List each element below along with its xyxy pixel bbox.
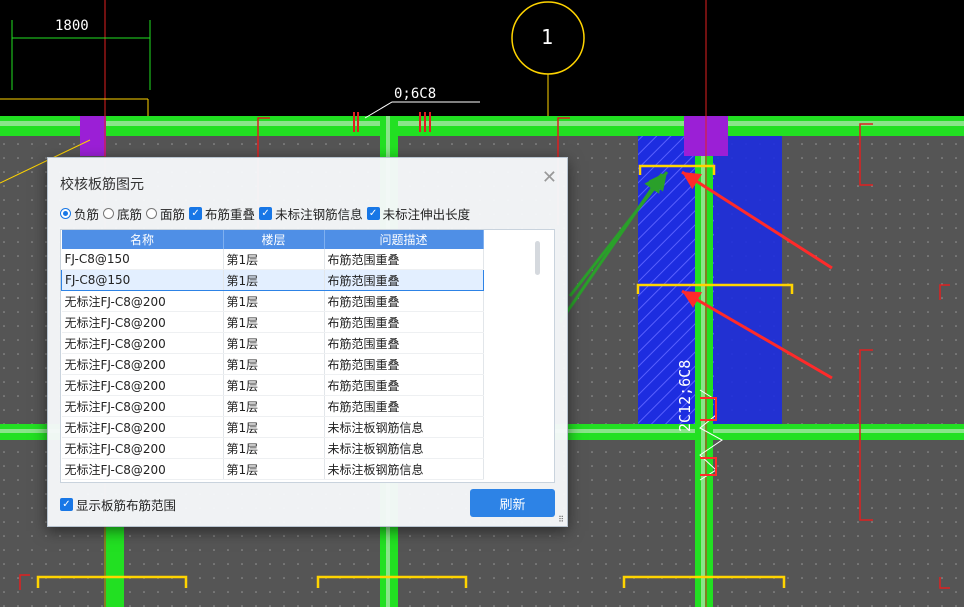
table-row[interactable]: 无标注FJ-C8@200 第1层 未标注板钢筋信息 (61, 416, 484, 438)
cell-issue: 布筋范围重叠 (324, 395, 484, 417)
table-row[interactable]: 无标注FJ-C8@200 第1层 布筋范围重叠 (61, 374, 484, 396)
check-unlabeled-length-label: 未标注伸出长度 (382, 207, 471, 222)
cell-issue: 布筋范围重叠 (324, 269, 484, 291)
cell-issue: 布筋范围重叠 (324, 249, 484, 270)
radio-icon (146, 208, 158, 219)
cell-issue: 布筋范围重叠 (324, 374, 484, 396)
table-row[interactable]: 无标注FJ-C8@200 第1层 未标注板钢筋信息 (61, 458, 484, 480)
cell-issue: 未标注板钢筋信息 (324, 458, 484, 480)
cell-name: 无标注FJ-C8@200 (61, 374, 224, 396)
column-header-floor[interactable]: 楼层 (223, 230, 325, 249)
checkbox-checked-icon: ✓ (259, 207, 273, 220)
cell-floor: 第1层 (223, 437, 325, 459)
cell-floor: 第1层 (223, 374, 325, 396)
radio-negative[interactable]: 负筋 (60, 204, 99, 223)
cell-floor: 第1层 (223, 249, 325, 270)
show-range-label: 显示板筋布筋范围 (76, 498, 177, 513)
cell-name: FJ-C8@150 (61, 249, 224, 270)
cell-issue: 未标注板钢筋信息 (324, 416, 484, 438)
table-row[interactable]: 无标注FJ-C8@200 第1层 布筋范围重叠 (61, 311, 484, 333)
check-overlap[interactable]: ✓ 布筋重叠 (189, 204, 255, 223)
checkbox-checked-icon: ✓ (189, 207, 203, 220)
check-overlap-label: 布筋重叠 (205, 207, 256, 222)
check-rebar-dialog: 校核板筋图元 ✕ 负筋 底筋 面筋 ✓ 布筋重叠 ✓ 未标注钢筋信息 ✓ 未标注… (47, 157, 568, 527)
cell-floor: 第1层 (223, 416, 325, 438)
table-row[interactable]: 无标注FJ-C8@200 第1层 布筋范围重叠 (61, 395, 484, 417)
cell-name: 无标注FJ-C8@200 (61, 437, 224, 459)
cell-name: 无标注FJ-C8@200 (61, 332, 224, 354)
radio-selected-icon (60, 208, 71, 219)
table-row[interactable]: 无标注FJ-C8@200 第1层 布筋范围重叠 (61, 290, 484, 312)
rebar-label-vertical: 2C12;6C8 (676, 360, 694, 432)
cell-name: 无标注FJ-C8@200 (61, 395, 224, 417)
cell-issue: 布筋范围重叠 (324, 353, 484, 375)
radio-top-label: 面筋 (160, 207, 186, 222)
column-header-name[interactable]: 名称 (61, 230, 224, 249)
cell-name: 无标注FJ-C8@200 (61, 458, 224, 480)
cell-name: 无标注FJ-C8@200 (61, 290, 224, 312)
radio-negative-label: 负筋 (74, 207, 100, 222)
radio-top[interactable]: 面筋 (146, 204, 185, 223)
rebar-label-top: 0;6C8 (394, 86, 436, 102)
dimension-label: 1800 (55, 18, 89, 34)
refresh-button[interactable]: 刷新 (470, 489, 555, 517)
results-table[interactable]: 名称 楼层 问题描述 FJ-C8@150 第1层 布筋范围重叠 FJ-C8@150 第1… (60, 229, 555, 483)
table-row[interactable]: FJ-C8@150 第1层 布筋范围重叠 (61, 269, 484, 291)
axis-label: 1 (541, 25, 553, 49)
table-row[interactable]: 无标注FJ-C8@200 第1层 布筋范围重叠 (61, 353, 484, 375)
cell-floor: 第1层 (223, 332, 325, 354)
close-icon[interactable]: ✕ (542, 169, 557, 187)
cell-floor: 第1层 (223, 458, 325, 480)
cell-issue: 布筋范围重叠 (324, 332, 484, 354)
check-unlabeled-info-label: 未标注钢筋信息 (275, 207, 363, 222)
cell-issue: 布筋范围重叠 (324, 311, 484, 333)
cell-name: 无标注FJ-C8@200 (61, 353, 224, 375)
cell-floor: 第1层 (223, 269, 325, 291)
column-header-issue[interactable]: 问题描述 (324, 230, 484, 249)
table-row[interactable]: FJ-C8@150 第1层 布筋范围重叠 (61, 249, 484, 270)
cell-name: FJ-C8@150 (61, 269, 224, 291)
cell-name: 无标注FJ-C8@200 (61, 416, 224, 438)
table-row[interactable]: 无标注FJ-C8@200 第1层 未标注板钢筋信息 (61, 437, 484, 459)
cell-name: 无标注FJ-C8@200 (61, 311, 224, 333)
checkbox-checked-icon: ✓ (366, 207, 380, 220)
beam-vertical-3 (104, 525, 124, 607)
cell-issue: 布筋范围重叠 (324, 290, 484, 312)
scrollbar[interactable] (535, 241, 540, 275)
cell-issue: 未标注板钢筋信息 (324, 437, 484, 459)
show-range-checkbox[interactable]: ✓ 显示板筋布筋范围 (60, 495, 176, 514)
cell-floor: 第1层 (223, 290, 325, 312)
cell-floor: 第1层 (223, 395, 325, 417)
cell-floor: 第1层 (223, 353, 325, 375)
radio-bottom-label: 底筋 (117, 207, 143, 222)
check-unlabeled-info[interactable]: ✓ 未标注钢筋信息 (259, 204, 363, 223)
cell-floor: 第1层 (223, 311, 325, 333)
table-row[interactable]: 无标注FJ-C8@200 第1层 布筋范围重叠 (61, 332, 484, 354)
dialog-title: 校核板筋图元 (60, 177, 144, 193)
filter-options: 负筋 底筋 面筋 ✓ 布筋重叠 ✓ 未标注钢筋信息 ✓ 未标注伸出长度 (60, 204, 474, 223)
column-1 (80, 116, 106, 156)
radio-bottom[interactable]: 底筋 (103, 204, 142, 223)
radio-icon (103, 208, 115, 219)
resize-grip-icon[interactable]: ⠿ (558, 515, 564, 524)
checkbox-checked-icon: ✓ (60, 498, 73, 511)
check-unlabeled-length[interactable]: ✓ 未标注伸出长度 (366, 204, 471, 223)
